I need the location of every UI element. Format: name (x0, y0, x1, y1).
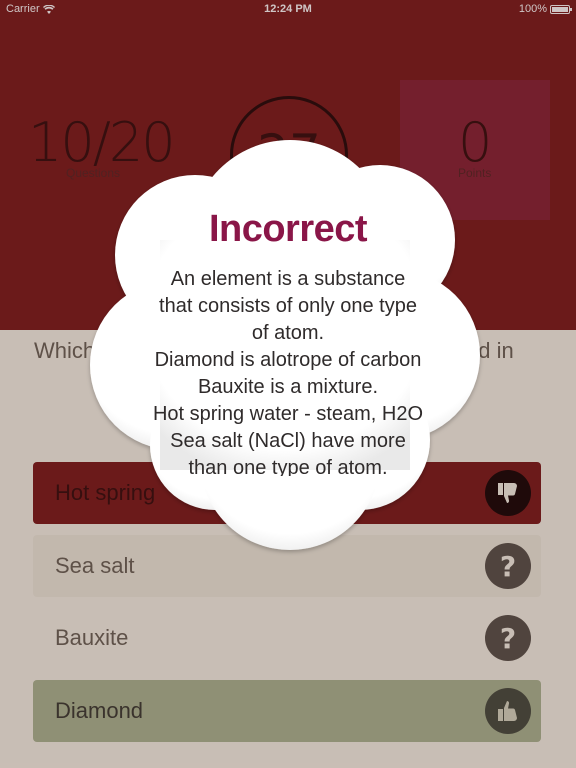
explanation-line: Sea salt (NaCl) have more (170, 430, 406, 452)
explanation-line: Hot spring water - steam, H2O (152, 403, 424, 425)
explanation-line: Diamond is alotrope of carbon (154, 349, 422, 371)
feedback-explanation: An element is a substance that consists … (118, 266, 458, 476)
explanation-line: that consists of only one type (159, 295, 417, 317)
explanation-line: of atom. (251, 322, 325, 344)
explanation-line: An element is a substance (170, 268, 406, 290)
explanation-line: than one type of atom. (188, 457, 388, 476)
explanation-line: Bauxite is a mixture. (197, 376, 379, 398)
feedback-title: Incorrect (208, 208, 368, 250)
